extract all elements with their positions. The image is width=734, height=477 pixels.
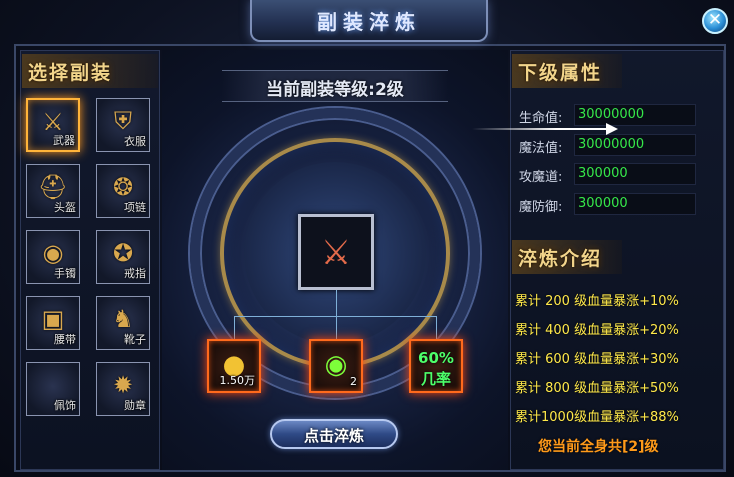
equip-slot[interactable]: ❂ 项链 [96, 164, 150, 218]
attribute-row: 攻魔道: 300000 [516, 163, 696, 185]
attribute-value: 30000000 [578, 107, 645, 122]
refine-bonus-line: 累计1000级血量暴涨+88% [515, 410, 679, 425]
equip-slot-label: 武器 [53, 134, 75, 147]
attribute-row: 魔防御: 300000 [516, 193, 696, 215]
refine-bonus-line: 累计 800 级血量暴涨+50% [515, 381, 679, 396]
refine-bonus-line: 累计 400 级血量暴涨+20% [515, 323, 679, 338]
equip-slot[interactable]: ⚔ 武器 [26, 98, 80, 152]
attribute-label: 生命值: [519, 111, 563, 126]
attribute-label: 魔防御: [519, 200, 563, 215]
current-level-text: 当前副装等级:2级 [266, 80, 404, 100]
equip-slot[interactable]: ⛨ 衣服 [96, 98, 150, 152]
level-bar: 当前副装等级:2级 [222, 70, 448, 102]
next-attr-title: 下级属性 [518, 62, 603, 84]
title-banner: 副装淬炼 [250, 0, 488, 42]
success-rate-label: 几率 [420, 370, 451, 388]
equip-slot-label: 佩饰 [54, 399, 76, 412]
success-rate-percent: 60% [418, 349, 454, 367]
refine-intro-title: 淬炼介绍 [518, 248, 603, 270]
equip-slot-label: 靴子 [124, 333, 146, 346]
gold-cost-slot[interactable]: ● 1.50万 [207, 339, 261, 393]
refine-area: 当前副装等级:2级 ⚔ ● 1.50万 ◉ 2 60% 几率 点击淬炼 [162, 50, 508, 470]
attribute-value: 30000000 [578, 137, 645, 152]
window-title: 副装淬炼 [317, 10, 421, 34]
equip-slot[interactable]: ✪ 戒指 [96, 230, 150, 284]
sword-icon: ⚔ [320, 233, 352, 273]
connector-line [234, 316, 235, 339]
equip-slot-label: 腰带 [54, 333, 76, 346]
equip-slot[interactable]: 佩饰 [26, 362, 80, 416]
attribute-value: 300000 [578, 166, 628, 181]
boots-icon: ♞ [112, 305, 134, 333]
connector-line [436, 316, 437, 339]
connector-line [234, 316, 436, 317]
equip-slot[interactable]: ▣ 腰带 [26, 296, 80, 350]
equip-slot-label: 勋章 [124, 399, 146, 412]
connector-line [336, 290, 337, 316]
gold-cost-amount: 1.50万 [219, 374, 256, 387]
equip-slot-label: 戒指 [124, 267, 146, 280]
helmet-icon: ⛑ [37, 173, 69, 201]
close-button[interactable]: ✕ [702, 8, 728, 34]
main-item-slot[interactable]: ⚔ [298, 214, 374, 290]
equip-slot[interactable]: ✹ 勋章 [96, 362, 150, 416]
equip-slot[interactable]: ◉ 手镯 [26, 230, 80, 284]
necklace-icon: ❂ [112, 173, 134, 201]
arrow-head-icon [606, 123, 618, 135]
equipment-select-title: 选择副装 [28, 62, 113, 84]
success-rate-slot: 60% 几率 [409, 339, 463, 393]
refine-bonus-line: 累计 200 级血量暴涨+10% [515, 294, 679, 309]
equipment-select-header: 选择副装 [22, 54, 158, 88]
ring-icon: ✪ [112, 239, 134, 267]
refine-bonus-line: 累计 600 级血量暴涨+30% [515, 352, 679, 367]
arrow-indicator [472, 128, 612, 130]
gem-cost-amount: 2 [350, 375, 357, 388]
next-attr-header: 下级属性 [512, 54, 622, 88]
armor-icon: ⛨ [114, 107, 132, 135]
equip-slot[interactable]: ♞ 靴子 [96, 296, 150, 350]
equip-slot-label: 衣服 [124, 135, 146, 148]
equip-slot[interactable]: ⛑ 头盔 [26, 164, 80, 218]
total-level-text: 您当前全身共[2]级 [538, 439, 659, 455]
attribute-row: 魔法值: 30000000 [516, 134, 696, 156]
attribute-label: 魔法值: [519, 141, 563, 156]
belt-icon: ▣ [41, 305, 65, 333]
attribute-value: 300000 [578, 196, 628, 211]
bracelet-icon: ◉ [42, 239, 64, 267]
refine-button[interactable]: 点击淬炼 [270, 419, 398, 449]
refine-button-label: 点击淬炼 [303, 427, 364, 445]
close-icon: ✕ [707, 10, 723, 30]
gem-cost-slot[interactable]: ◉ 2 [309, 339, 363, 393]
equip-slot-label: 手镯 [54, 267, 76, 280]
refine-intro-header: 淬炼介绍 [512, 240, 622, 274]
equip-slot-label: 项链 [124, 201, 146, 214]
refine-window: 副装淬炼 ✕ 选择副装 ⚔ 武器 ⛨ 衣服 ⛑ 头盔 ❂ 项链 ◉ 手镯 ✪ 戒指 ▣ 腰带 ♞ 靴子 佩饰 ✹ 勋… [0, 0, 734, 477]
connector-line [336, 316, 337, 339]
attribute-label: 攻魔道: [519, 170, 563, 185]
medal-icon: ✹ [112, 371, 134, 399]
equip-slot-label: 头盔 [54, 201, 76, 214]
